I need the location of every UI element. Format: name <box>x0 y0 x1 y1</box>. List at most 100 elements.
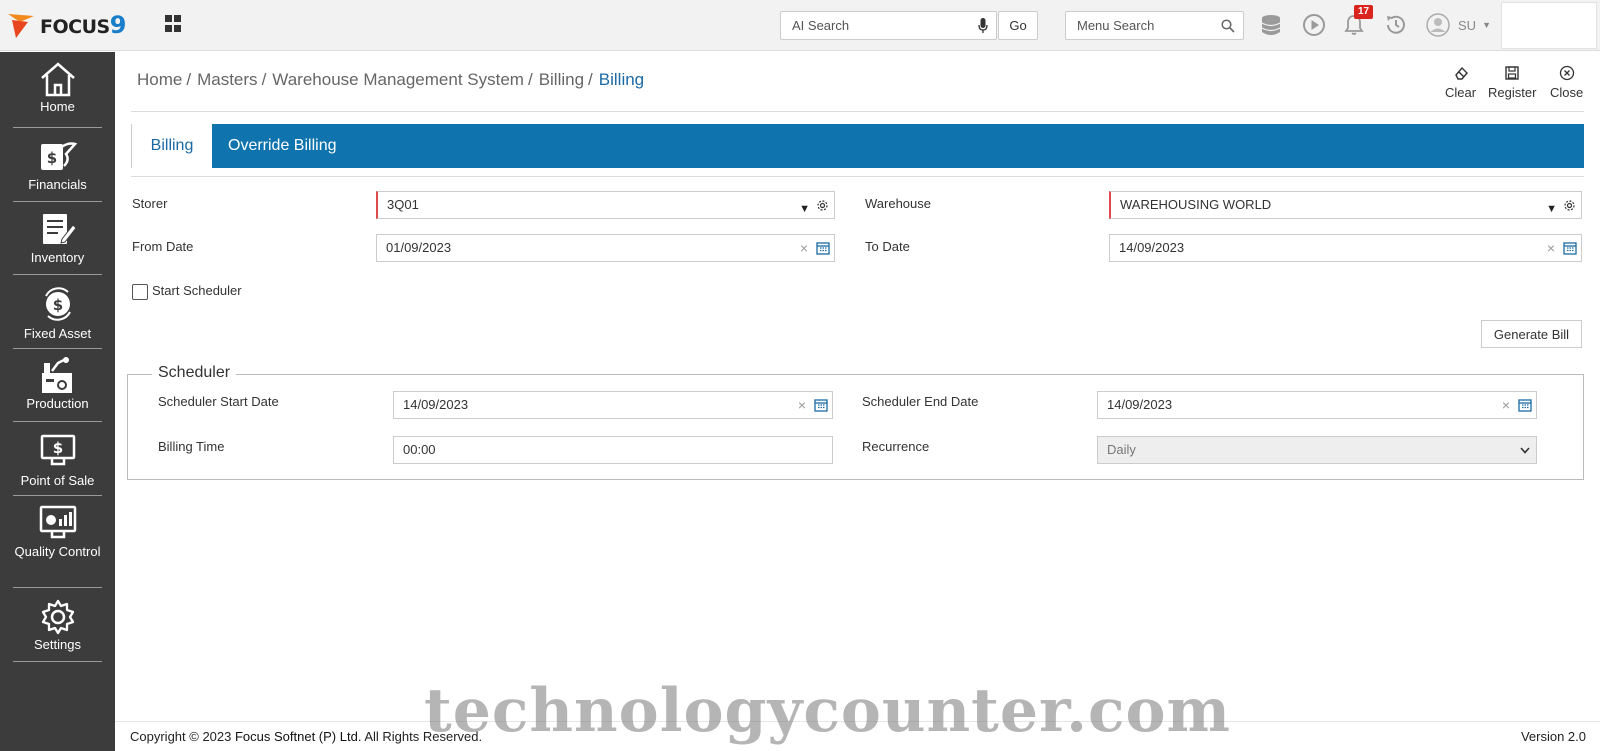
focus9-logo[interactable]: FOCUS9 <box>8 10 126 40</box>
database-icon[interactable] <box>1259 13 1283 37</box>
warehouse-value: WAREHOUSING WORLD <box>1120 197 1272 212</box>
billing-time-field[interactable]: 00:00 <box>393 436 833 464</box>
chevron-down-icon <box>1520 447 1530 454</box>
warehouse-label: Warehouse <box>865 196 931 211</box>
calendar-icon[interactable] <box>1563 241 1577 255</box>
sidebar-item-inventory[interactable]: Inventory <box>13 206 102 275</box>
recurrence-label: Recurrence <box>862 439 930 454</box>
sidebar-item-fixed-asset[interactable]: $ Fixed Asset <box>13 279 102 349</box>
user-menu[interactable]: SU ▼ <box>1426 13 1491 37</box>
play-icon[interactable] <box>1302 13 1326 37</box>
tab-override-billing[interactable]: Override Billing <box>212 124 352 168</box>
sidebar-item-label: Settings <box>34 637 81 652</box>
tab-billing[interactable]: Billing <box>131 124 212 168</box>
calendar-icon[interactable] <box>816 241 830 255</box>
calendar-icon[interactable] <box>1518 398 1532 412</box>
divider <box>131 111 1584 112</box>
search-icon[interactable] <box>1221 19 1235 33</box>
settings-icon[interactable] <box>817 200 828 211</box>
from-date-value: 01/09/2023 <box>386 240 452 255</box>
breadcrumb-item[interactable]: Home <box>137 70 182 90</box>
start-scheduler-checkbox[interactable] <box>132 284 148 300</box>
warehouse-field[interactable]: WAREHOUSING WORLD ▼ <box>1109 191 1582 219</box>
sidebar-item-label: Quality Control <box>14 544 101 559</box>
clear-button[interactable]: Clear <box>1445 65 1476 100</box>
calendar-icon[interactable] <box>814 398 828 412</box>
sidebar-item-label: Point of Sale <box>20 473 95 488</box>
sidebar-item-label: Financials <box>28 177 87 192</box>
scheduler-start-date-field[interactable]: 14/09/2023 × <box>393 391 833 419</box>
from-date-field[interactable]: 01/09/2023 × <box>376 234 835 262</box>
notification-badge: 17 <box>1354 5 1374 19</box>
clear-x-icon[interactable]: × <box>1502 392 1510 418</box>
page-title: Billing <box>598 70 645 89</box>
top-bar: FOCUS9 Go 17 <box>0 0 1600 51</box>
sidebar-item-settings[interactable]: Settings <box>13 592 102 662</box>
caret-down-icon[interactable]: ▼ <box>1546 196 1557 222</box>
sidebar-item-label: Production <box>26 396 89 411</box>
breadcrumb-item[interactable]: Billing <box>539 70 584 90</box>
quality-control-icon <box>39 505 76 539</box>
menu-search-input[interactable] <box>1066 12 1246 39</box>
apps-grid-icon[interactable] <box>165 15 183 33</box>
breadcrumb-item[interactable]: Warehouse Management System <box>272 70 524 90</box>
home-icon <box>40 62 75 97</box>
to-date-field[interactable]: 14/09/2023 × <box>1109 234 1582 262</box>
gear-icon <box>41 599 74 635</box>
register-button[interactable]: Register <box>1488 65 1536 100</box>
tab-bar: Billing Override Billing <box>131 124 1584 168</box>
storer-value: 3Q01 <box>387 197 419 212</box>
history-icon[interactable] <box>1384 13 1408 37</box>
storer-field[interactable]: 3Q01 ▼ <box>376 191 835 219</box>
settings-icon[interactable] <box>1564 200 1575 211</box>
billing-time-label: Billing Time <box>158 439 225 454</box>
ai-search-input[interactable] <box>781 12 961 39</box>
divider <box>131 176 1584 177</box>
clear-label: Clear <box>1445 85 1477 100</box>
company-logo-slot <box>1501 2 1597 49</box>
sidebar-item-label: Fixed Asset <box>23 326 92 341</box>
ai-search-go-button[interactable]: Go <box>998 11 1038 40</box>
sidebar: Home $ Financials Inventory $ Fixed Asse… <box>0 52 115 751</box>
close-button[interactable]: Close <box>1550 65 1583 100</box>
svg-text:$: $ <box>52 439 62 457</box>
logo-number: 9 <box>109 11 127 39</box>
financials-icon: $ <box>40 142 77 170</box>
sidebar-item-home[interactable]: Home <box>13 58 102 128</box>
point-of-sale-icon: $ <box>40 434 75 466</box>
clear-x-icon[interactable]: × <box>1547 235 1555 261</box>
caret-down-icon[interactable]: ▼ <box>799 196 810 222</box>
recurrence-select[interactable]: Daily <box>1097 436 1537 464</box>
fixed-asset-icon: $ <box>44 287 71 321</box>
company-name: Focus Softnet (P) Ltd. <box>234 729 362 744</box>
breadcrumb-item[interactable]: Masters <box>197 70 257 90</box>
microphone-icon[interactable] <box>978 18 988 34</box>
scheduler-fieldset <box>127 374 1584 480</box>
eraser-icon <box>1454 66 1468 80</box>
ai-search-box <box>780 11 997 40</box>
svg-text:$: $ <box>46 149 56 167</box>
sidebar-item-production[interactable]: Production <box>13 353 102 422</box>
clear-x-icon[interactable]: × <box>798 392 806 418</box>
clear-x-icon[interactable]: × <box>800 235 808 261</box>
start-scheduler-label: Start Scheduler <box>152 283 242 298</box>
scheduler-legend: Scheduler <box>152 364 237 382</box>
sidebar-item-label: Inventory <box>30 250 85 265</box>
register-label: Register <box>1488 85 1537 100</box>
scheduler-end-date-field[interactable]: 14/09/2023 × <box>1097 391 1537 419</box>
menu-search-box <box>1065 11 1246 40</box>
chevron-down-icon: ▼ <box>1482 20 1491 30</box>
sidebar-item-financials[interactable]: $ Financials <box>13 132 102 202</box>
generate-bill-button[interactable]: Generate Bill <box>1481 320 1582 348</box>
sidebar-item-point-of-sale[interactable]: $ Point of Sale <box>13 426 102 496</box>
to-date-label: To Date <box>865 239 910 254</box>
version-label: Version 2.0 <box>1520 729 1586 744</box>
scheduler-end-date-value: 14/09/2023 <box>1107 397 1173 412</box>
sidebar-item-quality-control[interactable]: Quality Control <box>13 500 102 588</box>
from-date-label: From Date <box>132 239 194 254</box>
scheduler-start-date-value: 14/09/2023 <box>403 397 469 412</box>
billing-time-value: 00:00 <box>403 442 436 457</box>
copyright-prefix: Copyright © 2023 <box>130 729 232 744</box>
scheduler-end-date-label: Scheduler End Date <box>862 394 979 409</box>
save-icon <box>1505 66 1519 80</box>
